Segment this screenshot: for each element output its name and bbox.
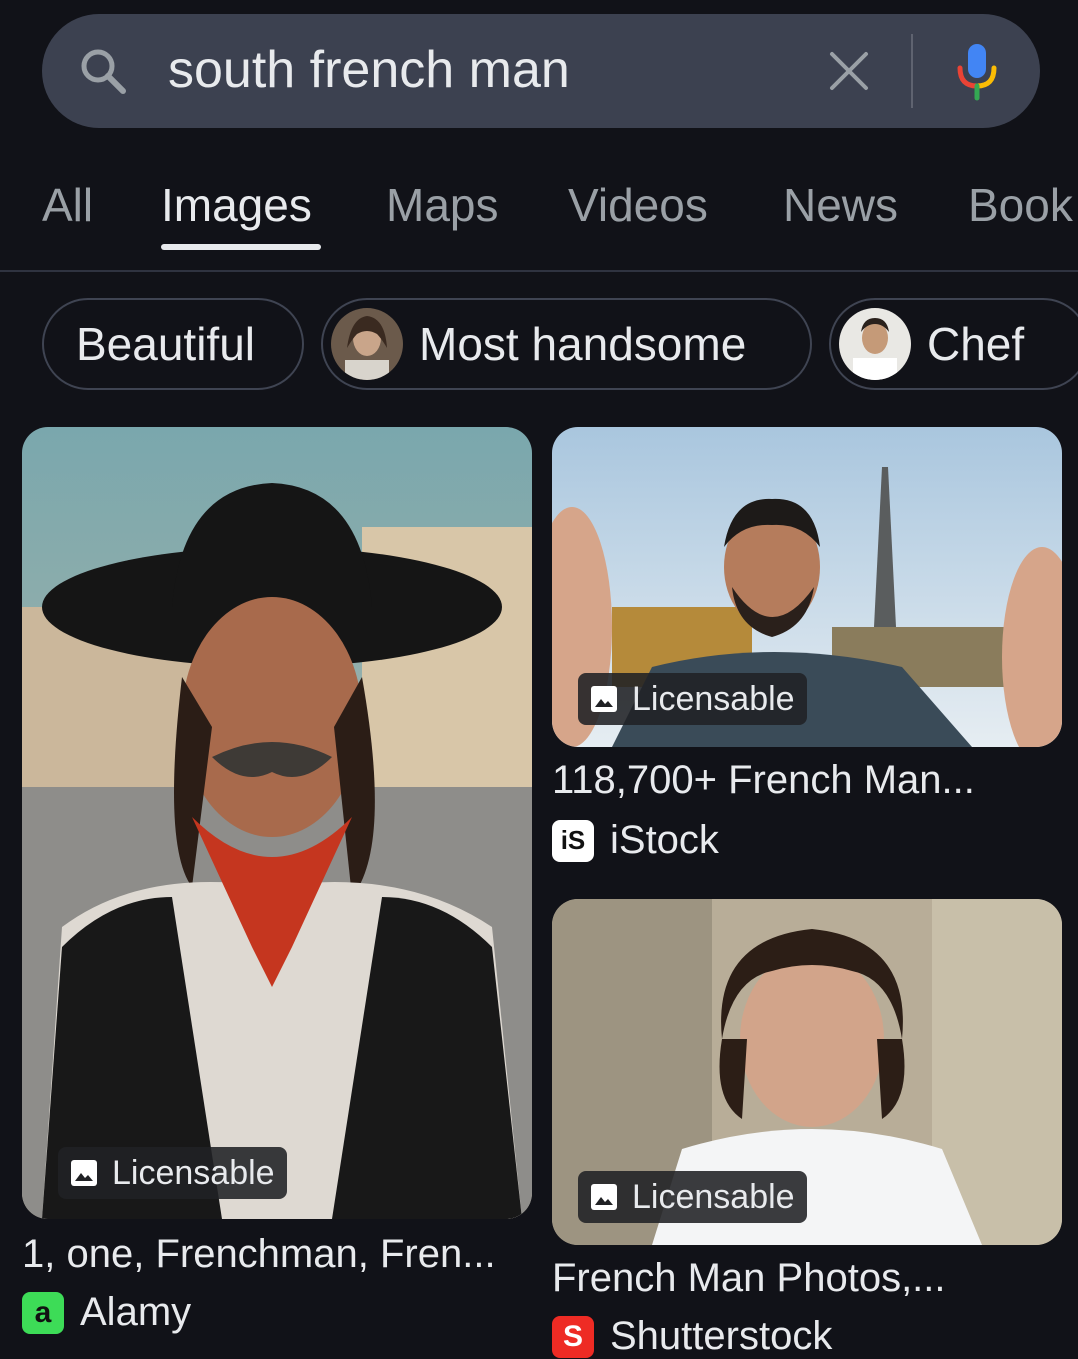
chip-most-handsome[interactable]: Most handsome (321, 298, 812, 390)
tab-all[interactable]: All (42, 178, 93, 232)
result-title[interactable]: 118,700+ French Man... (552, 758, 975, 803)
shutterstock-logo-icon: S (552, 1315, 594, 1358)
source-name: Alamy (80, 1290, 192, 1334)
result-title[interactable]: 1, one, Frenchman, Fren... (22, 1232, 496, 1277)
chip-label: Beautiful (76, 318, 256, 370)
chip-label: Most handsome (419, 318, 747, 370)
result-image-curly-man[interactable]: Licensable (552, 899, 1062, 1245)
licensable-badge: Licensable (58, 1147, 287, 1199)
result-source[interactable]: a Alamy (22, 1290, 191, 1335)
tab-maps[interactable]: Maps (386, 178, 498, 232)
alamy-logo-icon: a (22, 1291, 64, 1334)
image-icon (591, 686, 617, 712)
chip-chef[interactable]: Chef (829, 298, 1078, 390)
chip-label: Chef (927, 318, 1025, 370)
search-bar[interactable]: south french man (42, 14, 1040, 128)
istock-logo-icon: iS (552, 819, 594, 862)
result-title[interactable]: French Man Photos,... (552, 1256, 946, 1301)
source-name: Shutterstock (610, 1314, 833, 1358)
tab-images[interactable]: Images (161, 178, 312, 232)
result-source[interactable]: S Shutterstock (552, 1314, 832, 1359)
close-icon[interactable] (828, 50, 870, 92)
search-tabs: All Images Maps Videos News Book (0, 160, 1078, 272)
tab-books[interactable]: Book (968, 178, 1073, 232)
tab-videos[interactable]: Videos (568, 178, 708, 232)
tab-news[interactable]: News (783, 178, 898, 232)
badge-label: Licensable (112, 1153, 275, 1192)
chip-thumbnail (331, 308, 403, 380)
image-icon (591, 1184, 617, 1210)
active-tab-indicator (161, 244, 321, 250)
search-input[interactable]: south french man (168, 40, 570, 100)
chip-thumbnail (839, 308, 911, 380)
search-divider (911, 34, 913, 108)
licensable-badge: Licensable (578, 673, 807, 725)
image-icon (71, 1160, 97, 1186)
result-image-eiffel-selfie[interactable]: Licensable (552, 427, 1062, 747)
badge-label: Licensable (632, 1177, 795, 1216)
result-image-frenchman[interactable]: Licensable (22, 427, 532, 1219)
microphone-icon[interactable] (954, 42, 1000, 102)
search-icon (81, 49, 126, 94)
result-source[interactable]: iS iStock (552, 818, 719, 863)
source-name: iStock (610, 818, 719, 862)
result-photo (22, 427, 532, 1219)
badge-label: Licensable (632, 679, 795, 718)
licensable-badge: Licensable (578, 1171, 807, 1223)
chip-beautiful[interactable]: Beautiful (42, 298, 304, 390)
